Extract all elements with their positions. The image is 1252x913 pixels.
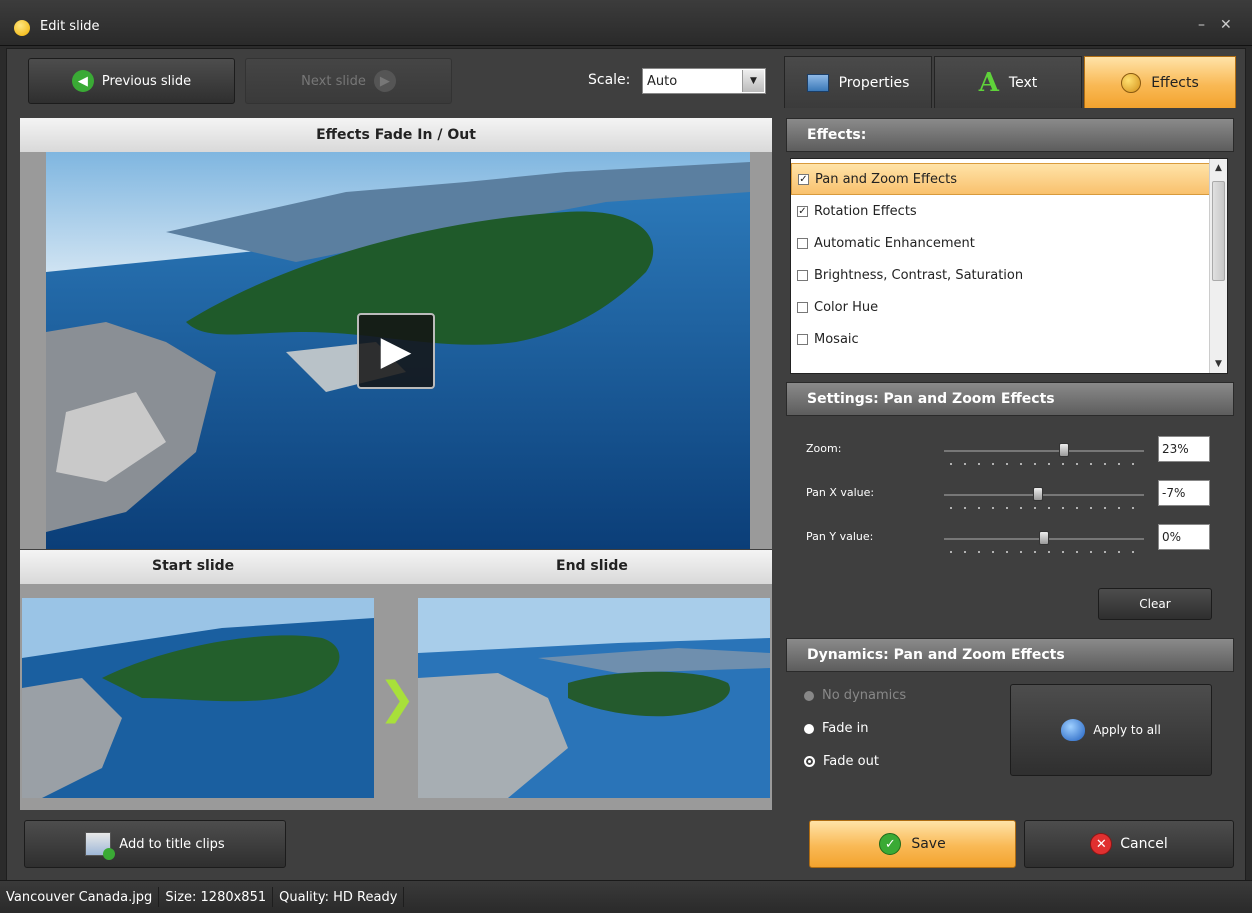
zoom-value-field[interactable]: 23% (1158, 436, 1210, 462)
cancel-button[interactable]: ✕ Cancel (1024, 820, 1234, 868)
effects-header: Effects: (786, 118, 1234, 152)
status-file: Vancouver Canada.jpg (0, 887, 160, 907)
apply-to-all-button[interactable]: Apply to all (1010, 684, 1212, 776)
previous-slide-button[interactable]: ◀ Previous slide (28, 58, 235, 104)
add-to-title-clips-label: Add to title clips (119, 836, 225, 852)
chevron-down-icon[interactable]: ▼ (742, 70, 764, 92)
arrow-left-icon: ◀ (71, 70, 94, 92)
effects-list[interactable]: ✓ Pan and Zoom Effects ✓ Rotation Effect… (790, 158, 1228, 374)
zoom-ticks (944, 462, 1144, 466)
panx-value-field[interactable]: -7% (1158, 480, 1210, 506)
tab-properties[interactable]: Properties (784, 56, 932, 108)
radio-label: Fade out (823, 754, 879, 769)
effect-item-label: Brightness, Contrast, Saturation (814, 267, 1024, 283)
effect-item-brightness[interactable]: Brightness, Contrast, Saturation (791, 259, 1211, 291)
tab-properties-label: Properties (838, 74, 910, 91)
effect-item-label: Color Hue (814, 299, 879, 315)
radio-icon (804, 723, 814, 734)
status-size: Size: 1280x851 (159, 887, 274, 907)
checkbox-checked-icon[interactable]: ✓ (798, 173, 809, 185)
radio-selected-icon (804, 756, 815, 767)
save-label: Save (911, 836, 946, 852)
next-slide-label: Next slide (301, 73, 366, 89)
checkbox-unchecked-icon[interactable] (797, 333, 808, 345)
tab-effects[interactable]: Effects (1084, 56, 1236, 108)
settings-header: Settings: Pan and Zoom Effects (786, 382, 1234, 416)
tab-effects-label: Effects (1151, 74, 1199, 91)
scale-value: Auto (647, 73, 678, 89)
checkbox-checked-icon[interactable]: ✓ (797, 205, 808, 217)
radio-label: Fade in (822, 721, 869, 736)
panx-ticks (944, 506, 1144, 510)
effect-item-label: Mosaic (814, 331, 859, 347)
radio-label: No dynamics (822, 688, 907, 703)
scale-label: Scale: (588, 72, 631, 88)
panx-slider-thumb[interactable] (1033, 487, 1043, 501)
panx-slider[interactable] (944, 494, 1144, 496)
transition-arrow-icon: ❯ (378, 672, 416, 724)
start-slide-thumbnail[interactable] (22, 598, 374, 798)
effect-item-rotation[interactable]: ✓ Rotation Effects (791, 195, 1211, 227)
scale-select[interactable]: Auto ▼ (642, 68, 766, 94)
scroll-thumb[interactable] (1212, 181, 1225, 281)
text-icon: A (978, 67, 999, 98)
start-slide-label: Start slide (152, 558, 235, 574)
previous-slide-label: Previous slide (101, 73, 192, 89)
effect-item-label: Automatic Enhancement (814, 235, 975, 251)
radio-fade-in[interactable]: Fade in (804, 721, 868, 736)
add-to-title-clips-button[interactable]: Add to title clips (24, 820, 286, 868)
properties-icon (806, 73, 829, 92)
effects-scrollbar[interactable]: ▲ ▼ (1209, 159, 1227, 373)
pany-label: Pan Y value: (806, 530, 874, 543)
zoom-slider-thumb[interactable] (1059, 443, 1069, 457)
effect-item-label: Pan and Zoom Effects (815, 171, 957, 187)
effects-icon (1121, 72, 1142, 93)
thumbnails-header: Start slide End slide (20, 550, 772, 584)
effect-item-label: Rotation Effects (814, 203, 917, 219)
preview-header: Effects Fade In / Out (20, 118, 772, 152)
zoom-label: Zoom: (806, 442, 842, 455)
heart-icon (1061, 719, 1086, 741)
checkbox-unchecked-icon[interactable] (797, 301, 808, 313)
panx-label: Pan X value: (806, 486, 875, 499)
apply-to-all-label: Apply to all (1093, 723, 1161, 737)
next-slide-button[interactable]: Next slide ▶ (245, 58, 452, 104)
dynamics-header: Dynamics: Pan and Zoom Effects (786, 638, 1234, 672)
play-button[interactable]: ▶ (357, 313, 435, 389)
check-icon: ✓ (879, 833, 902, 855)
cancel-label: Cancel (1120, 836, 1168, 852)
radio-icon (804, 690, 814, 701)
checkbox-unchecked-icon[interactable] (797, 269, 808, 281)
minimize-button[interactable]: – (1198, 17, 1205, 33)
save-button[interactable]: ✓ Save (809, 820, 1016, 868)
clear-button[interactable]: Clear (1098, 588, 1212, 620)
scroll-up-icon[interactable]: ▲ (1210, 159, 1227, 177)
checkbox-unchecked-icon[interactable] (797, 237, 808, 249)
window-titlebar: Edit slide – ✕ (0, 0, 1252, 46)
scroll-down-icon[interactable]: ▼ (1210, 355, 1227, 373)
radio-fade-out[interactable]: Fade out (804, 754, 879, 769)
zoom-slider[interactable] (944, 450, 1144, 452)
app-icon (14, 20, 30, 36)
status-bar: Vancouver Canada.jpg Size: 1280x851 Qual… (0, 880, 1252, 913)
radio-no-dynamics[interactable]: No dynamics (804, 688, 906, 703)
arrow-right-icon: ▶ (373, 70, 396, 92)
close-button[interactable]: ✕ (1220, 17, 1232, 33)
tab-text-label: Text (1008, 74, 1038, 91)
status-quality: Quality: HD Ready (273, 887, 405, 907)
tab-text[interactable]: A Text (934, 56, 1082, 108)
pany-ticks (944, 550, 1144, 554)
pany-slider-thumb[interactable] (1039, 531, 1049, 545)
close-icon: ✕ (1090, 833, 1113, 855)
add-title-icon (85, 832, 116, 860)
end-slide-thumbnail[interactable] (418, 598, 770, 798)
effect-item-auto-enhancement[interactable]: Automatic Enhancement (791, 227, 1211, 259)
pany-value-field[interactable]: 0% (1158, 524, 1210, 550)
end-slide-label: End slide (556, 558, 628, 574)
window-title: Edit slide (40, 19, 100, 34)
play-icon: ▶ (380, 328, 412, 374)
effect-item-pan-zoom[interactable]: ✓ Pan and Zoom Effects (791, 163, 1211, 195)
effect-item-mosaic[interactable]: Mosaic (791, 323, 1211, 355)
effect-item-color-hue[interactable]: Color Hue (791, 291, 1211, 323)
